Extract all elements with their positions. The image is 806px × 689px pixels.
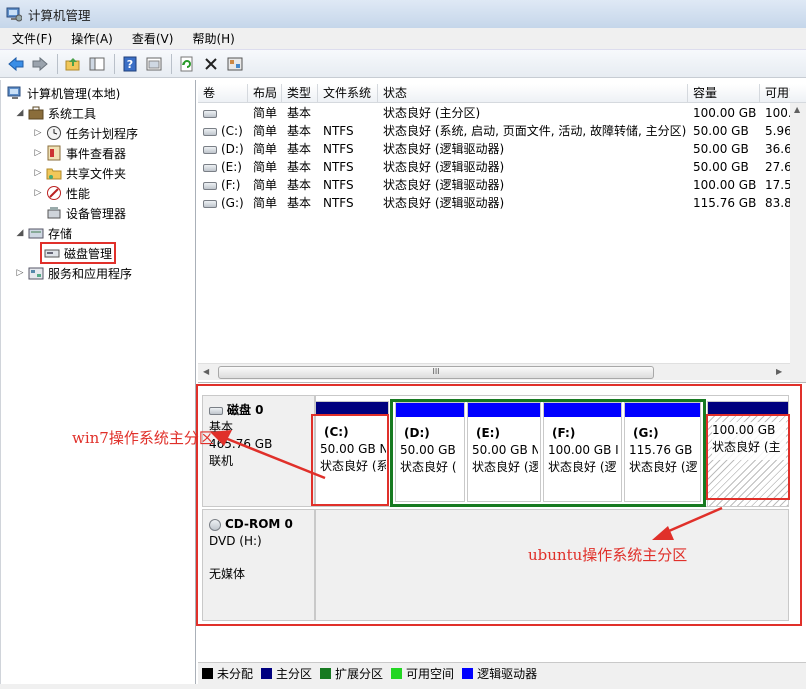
annotation-arrowhead-ubuntu <box>652 526 674 540</box>
annotation-arrowhead-win7 <box>210 430 232 446</box>
annotation-arrow-ubuntu <box>661 506 723 536</box>
annotation-arrows <box>210 430 723 540</box>
annotation-arrow-win7 <box>219 434 326 480</box>
